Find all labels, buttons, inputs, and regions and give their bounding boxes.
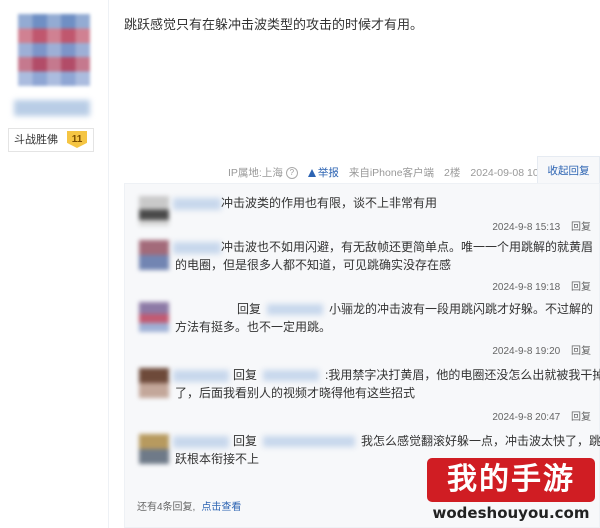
post-tail-info: IP属地:上海 ? 举报 来自iPhone客户端 2楼 2024-09-08 1…: [228, 165, 553, 180]
view-more-link[interactable]: 点击查看: [201, 502, 241, 513]
reply-avatar[interactable]: [139, 368, 169, 398]
reply-prefix: 回复: [233, 368, 258, 382]
reply-text: 冲击波类的作用也有限，谈不上非常有用: [221, 196, 438, 210]
reply-text-cont: 方法有挺多。也不一定用跳。: [175, 320, 332, 334]
level-number-badge: 11: [67, 131, 87, 148]
user-level-badge[interactable]: 斗战胜佛 11: [8, 128, 94, 152]
reply-text: 回复 小骊龙的冲击波有一段用跳闪跳才好躲。不过解的: [237, 300, 600, 318]
reply-button[interactable]: 回复: [571, 222, 591, 233]
reply-time: 2024-9-8 19:18: [492, 282, 561, 293]
watermark-url: wodeshouyou.com: [432, 504, 590, 522]
reply-time: 2024-9-8 15:13: [492, 222, 561, 233]
mentioned-user-blurred[interactable]: [263, 370, 320, 382]
reply-time: 2024-9-8 19:20: [492, 346, 561, 357]
reply-meta: 2024-9-8 20:47 回复: [492, 408, 591, 423]
user-avatar[interactable]: [18, 14, 90, 86]
reply-avatar[interactable]: [139, 434, 169, 464]
floor-number: 2楼: [444, 167, 461, 179]
mentioned-user-blurred[interactable]: [263, 436, 356, 448]
reply-text-body: 小骊龙的冲击波有一段用跳闪跳才好躲。不过解的: [329, 302, 594, 316]
reply-text-body: :我用禁字决打黄眉，他的电圈还没怎么出就被我干掉: [325, 368, 600, 382]
reply-username-blurred[interactable]: [173, 198, 221, 210]
reply-button[interactable]: 回复: [571, 282, 591, 293]
client-source: 来自iPhone客户端: [348, 167, 435, 179]
reply-text-body: 我怎么感觉翻滚好躲一点，冲击波太快了，跳: [361, 434, 600, 448]
reply-avatar[interactable]: [139, 196, 169, 226]
watermark-logo: 我的手游: [427, 458, 595, 502]
username-blurred[interactable]: [14, 100, 90, 116]
user-sidebar: 斗战胜佛 11: [0, 0, 109, 528]
collapse-replies-button[interactable]: 收起回复: [537, 156, 600, 184]
report-icon[interactable]: [307, 168, 316, 177]
reply-prefix: 回复: [237, 302, 262, 316]
reply-text: 回复 :我用禁字决打黄眉，他的电圈还没怎么出就被我干掉: [233, 366, 600, 384]
reply-username-blurred[interactable]: [173, 436, 229, 448]
reply-avatar[interactable]: [139, 302, 169, 332]
reply-meta: 2024-9-8 15:13 回复: [492, 218, 591, 233]
more-replies-count: 还有4条回复,: [137, 502, 196, 513]
reply-text-cont: 了，后面我看别人的视频才晓得他有这些招式: [175, 386, 416, 400]
reply-button[interactable]: 回复: [571, 412, 591, 423]
reply-text-cont: 的电圈，但是很多人都不知道，可见跳确实没存在感: [175, 258, 452, 272]
reply-button[interactable]: 回复: [571, 346, 591, 357]
reply-username-blurred[interactable]: [173, 242, 221, 254]
user-level-name: 斗战胜佛: [14, 134, 58, 146]
report-link[interactable]: 举报: [318, 165, 339, 180]
mentioned-user-blurred[interactable]: [267, 304, 324, 316]
reply-avatar[interactable]: [139, 240, 169, 270]
help-icon[interactable]: ?: [285, 166, 298, 179]
reply-username-blurred[interactable]: [173, 370, 229, 382]
reply-meta: 2024-9-8 19:20 回复: [492, 342, 591, 357]
reply-time: 2024-9-8 20:47: [492, 412, 561, 423]
reply-meta: 2024-9-8 19:18 回复: [492, 278, 591, 293]
reply-prefix: 回复: [233, 434, 258, 448]
more-replies: 还有4条回复, 点击查看: [137, 498, 241, 513]
post-content: 跳跃感觉只有在躲冲击波类型的攻击的时候才有用。: [124, 17, 424, 32]
reply-text: 冲击波也不如用闪避，有无敌帧还更简单点。唯一一个用跳解的就黄眉: [221, 240, 594, 254]
reply-text: 回复 我怎么感觉翻滚好躲一点，冲击波太快了，跳: [233, 432, 600, 450]
ip-location: IP属地:上海: [228, 167, 283, 179]
